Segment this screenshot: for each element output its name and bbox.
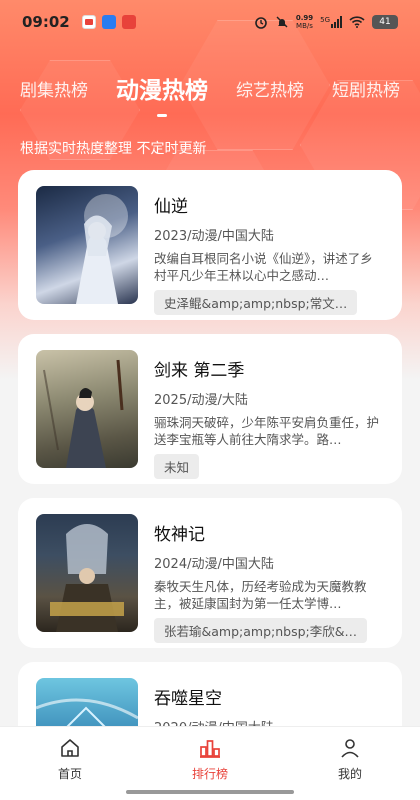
poster-image — [36, 350, 138, 468]
nav-home[interactable]: 首页 — [20, 737, 120, 800]
wifi-icon — [349, 16, 365, 28]
app-notification-icon — [121, 15, 136, 29]
item-info: 剑来 第二季 2025/动漫/大陆 骊珠洞天破碎，少年陈平安肩负重任，护送李宝瓶… — [154, 350, 384, 479]
notification-icons — [81, 15, 136, 29]
poster-art — [43, 359, 124, 468]
item-meta: 2025/动漫/大陆 — [154, 393, 248, 408]
poster-image — [36, 514, 138, 632]
poster-image — [36, 186, 138, 304]
nav-home-label: 首页 — [57, 767, 82, 781]
list-item[interactable]: 牧神记 2024/动漫/中国大陆 秦牧天生凡体，历经考验成为天魔教教主，被延康国… — [18, 498, 402, 648]
list-item[interactable]: 剑来 第二季 2025/动漫/大陆 骊珠洞天破碎，少年陈平安肩负重任，护送李宝瓶… — [18, 334, 402, 484]
signal-icon: 5G — [320, 16, 342, 28]
item-cast: 未知 — [154, 454, 200, 479]
alarm-icon — [255, 17, 267, 29]
tab-series[interactable]: 剧集热榜 — [20, 76, 88, 101]
item-info: 仙逆 2023/动漫/中国大陆 改编自耳根同名小说《仙逆》，讲述了乡村平凡少年王… — [154, 186, 384, 315]
item-info: 牧神记 2024/动漫/中国大陆 秦牧天生凡体，历经考验成为天魔教教主，被延康国… — [154, 514, 384, 643]
item-title: 吞噬星空 — [154, 689, 222, 709]
item-meta: 2024/动漫/中国大陆 — [154, 557, 274, 572]
mute-icon — [276, 16, 288, 28]
tab-short-drama[interactable]: 短剧热榜 — [332, 76, 400, 101]
item-cast: 张若瑜&amp;amp;nbsp;李欣&… — [154, 618, 367, 643]
item-description: 改编自耳根同名小说《仙逆》，讲述了乡村平凡少年王林以心中之感动… — [154, 251, 373, 283]
app-notification-icon — [81, 15, 96, 29]
item-title: 牧神记 — [154, 525, 205, 545]
tab-variety[interactable]: 综艺热榜 — [236, 76, 304, 101]
poster-art — [50, 524, 124, 632]
bottom-nav: 首页 排行榜 我的 — [0, 726, 420, 800]
ranking-subtitle: 根据实时热度整理 不定时更新 — [20, 141, 207, 157]
item-description: 秦牧天生凡体，历经考验成为天魔教教主，被延康国封为第一任太学博… — [154, 579, 367, 611]
nav-ranking-label: 排行榜 — [191, 767, 228, 781]
home-indicator[interactable] — [126, 790, 294, 794]
home-icon — [61, 739, 79, 757]
battery-icon: 41 — [372, 15, 398, 29]
ranking-icon — [200, 740, 220, 758]
item-meta: 2023/动漫/中国大陆 — [154, 229, 274, 244]
net-speed: 0.99 MB/s — [295, 14, 314, 30]
user-icon — [341, 739, 359, 758]
item-title: 仙逆 — [154, 197, 188, 217]
active-tab-indicator — [157, 114, 167, 117]
item-title: 剑来 第二季 — [154, 361, 245, 381]
status-bar: 09:02 0.99 MB/s 5G 41 — [0, 0, 420, 44]
app-notification-icon — [101, 15, 116, 29]
ranking-list: 仙逆 2023/动漫/中国大陆 改编自耳根同名小说《仙逆》，讲述了乡村平凡少年王… — [18, 170, 402, 800]
category-tabs: 剧集热榜 动漫热榜 综艺热榜 短剧热榜 — [0, 66, 420, 117]
status-time: 09:02 — [22, 13, 70, 31]
status-indicators: 0.99 MB/s 5G 41 — [254, 14, 398, 30]
item-cast: 史泽鲲&amp;amp;nbsp;常文… — [154, 290, 358, 315]
nav-profile-label: 我的 — [337, 767, 362, 781]
tab-anime[interactable]: 动漫热榜 — [116, 71, 208, 117]
item-description: 骊珠洞天破碎，少年陈平安肩负重任，护送李宝瓶等人前往大隋求学。路… — [154, 415, 380, 447]
tab-anime-label: 动漫热榜 — [116, 78, 208, 104]
poster-art — [76, 194, 128, 304]
list-item[interactable]: 仙逆 2023/动漫/中国大陆 改编自耳根同名小说《仙逆》，讲述了乡村平凡少年王… — [18, 170, 402, 320]
nav-profile[interactable]: 我的 — [300, 737, 400, 800]
